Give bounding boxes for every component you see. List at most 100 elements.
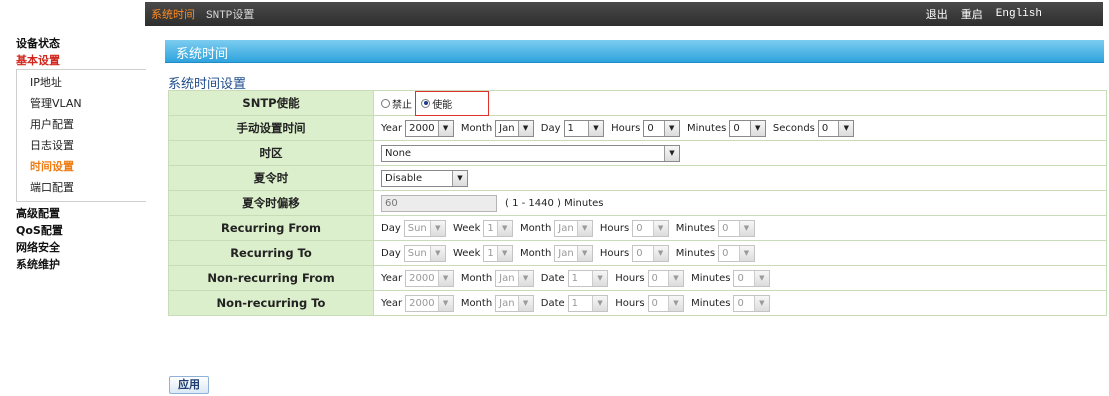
minutes-select[interactable]: 0 ▼ xyxy=(733,269,770,287)
sidebar-subitem-ip[interactable]: IP地址 xyxy=(17,72,146,93)
day-select[interactable]: Sun ▼ xyxy=(403,219,446,237)
time-settings-form: SNTP使能 禁止 使能 手动设置时间 Year 2000 ▼ Month Jan ▼ … xyxy=(168,90,1107,316)
row-label: Recurring To xyxy=(168,240,374,266)
chevron-down-icon: ▼ xyxy=(592,270,608,286)
week-select[interactable]: 1 ▼ xyxy=(483,244,513,262)
page-title-band: 系统时间 xyxy=(165,40,1104,63)
row-label: Recurring From xyxy=(168,215,374,241)
minutes-label: Minutes xyxy=(691,297,731,309)
chevron-down-icon: ▼ xyxy=(587,120,603,136)
hours-label: Hours xyxy=(611,122,641,134)
month-label: Month xyxy=(519,247,552,259)
month-select[interactable]: Jan ▼ xyxy=(554,244,593,262)
reboot-link[interactable]: 重启 xyxy=(961,6,983,22)
day-select[interactable]: Sun ▼ xyxy=(403,244,446,262)
select-value: 1 xyxy=(487,247,494,259)
sidebar-item-qos[interactable]: QoS配置 xyxy=(16,222,146,239)
chevron-down-icon: ▼ xyxy=(753,295,769,311)
dst-offset-input[interactable]: 60 xyxy=(381,194,497,212)
chevron-down-icon: ▼ xyxy=(437,120,453,136)
select-value: 2000 xyxy=(409,272,435,284)
hours-select[interactable]: 0 ▼ xyxy=(632,244,669,262)
select-value: 0 xyxy=(737,272,744,284)
sidebar-subitem-log[interactable]: 日志设置 xyxy=(17,135,146,156)
month-select[interactable]: Jan ▼ xyxy=(495,269,534,287)
top-bar: 系统时间 SNTP设置 退出 重启 English xyxy=(0,0,1109,27)
minutes-select[interactable]: 0 ▼ xyxy=(733,294,770,312)
select-value: 0 xyxy=(821,122,829,134)
date-select[interactable]: 1 ▼ xyxy=(567,294,609,312)
month-select[interactable]: Jan ▼ xyxy=(495,119,534,137)
dst-select[interactable]: Disable ▼ xyxy=(381,169,468,187)
sidebar-subitem-mgmt-vlan[interactable]: 管理VLAN xyxy=(17,93,146,114)
hours-select[interactable]: 0 ▼ xyxy=(647,269,684,287)
sidebar-subitem-user[interactable]: 用户配置 xyxy=(17,114,146,135)
select-value: 0 xyxy=(651,297,658,309)
date-label: Date xyxy=(540,297,565,309)
year-select[interactable]: 2000 ▼ xyxy=(405,269,454,287)
chevron-down-icon: ▼ xyxy=(517,270,533,286)
select-value: Disable xyxy=(385,172,423,184)
year-label: Year xyxy=(381,122,403,134)
logout-link[interactable]: 退出 xyxy=(926,6,948,22)
chevron-down-icon: ▼ xyxy=(576,245,592,261)
week-select[interactable]: 1 ▼ xyxy=(483,219,513,237)
month-label: Month xyxy=(460,122,493,134)
row-value: Disable ▼ xyxy=(373,165,1107,191)
year-select[interactable]: 2000 ▼ xyxy=(405,119,454,137)
sidebar-item-advanced[interactable]: 高级配置 xyxy=(16,205,146,222)
row-dst-offset: 夏令时偏移 60 ( 1 - 1440 ) Minutes xyxy=(168,190,1107,216)
sidebar-item-maintenance[interactable]: 系统维护 xyxy=(16,256,146,273)
apply-button[interactable]: 应用 xyxy=(169,376,209,394)
month-select[interactable]: Jan ▼ xyxy=(495,294,534,312)
sidebar-item-security[interactable]: 网络安全 xyxy=(16,239,146,256)
year-label: Year xyxy=(381,297,403,309)
radio-enable-label: 使能 xyxy=(432,99,453,111)
month-select[interactable]: Jan ▼ xyxy=(554,219,593,237)
sntp-enable-option[interactable]: 使能 xyxy=(421,96,452,111)
radio-disable[interactable] xyxy=(381,98,390,108)
sidebar-item-basic-settings[interactable]: 基本设置 xyxy=(16,52,146,69)
chevron-down-icon: ▼ xyxy=(517,120,533,136)
top-bar-inner: 系统时间 SNTP设置 退出 重启 English xyxy=(145,2,1103,26)
select-value: 2000 xyxy=(409,122,435,134)
row-label: Non-recurring From xyxy=(168,265,374,291)
language-link[interactable]: English xyxy=(996,8,1042,20)
day-label: Day xyxy=(540,122,561,134)
nav-system-time[interactable]: 系统时间 xyxy=(151,6,195,22)
radio-enable[interactable] xyxy=(421,98,431,108)
select-value: 1 xyxy=(567,122,574,134)
row-label: 时区 xyxy=(168,140,374,166)
select-value: 0 xyxy=(733,122,740,134)
hours-select[interactable]: 0 ▼ xyxy=(647,294,684,312)
minutes-select[interactable]: 0 ▼ xyxy=(718,219,755,237)
sidebar: 设备状态 基本设置 IP地址 管理VLAN 用户配置 日志设置 时间设置 端口配… xyxy=(16,35,146,273)
day-select[interactable]: 1 ▼ xyxy=(563,119,604,137)
chevron-down-icon: ▼ xyxy=(749,120,765,136)
seconds-select[interactable]: 0 ▼ xyxy=(817,119,855,137)
chevron-down-icon: ▼ xyxy=(663,120,679,136)
chevron-down-icon: ▼ xyxy=(429,220,445,236)
dst-offset-hint: ( 1 - 1440 ) Minutes xyxy=(505,197,604,209)
chevron-down-icon: ▼ xyxy=(496,245,512,261)
sidebar-subitem-time[interactable]: 时间设置 xyxy=(17,156,146,177)
sntp-disable-option[interactable]: 禁止 xyxy=(381,96,412,111)
minutes-label: Minutes xyxy=(675,247,716,259)
month-label: Month xyxy=(460,272,493,284)
hours-select[interactable]: 0 ▼ xyxy=(632,219,669,237)
date-select[interactable]: 1 ▼ xyxy=(567,269,609,287)
select-value: None xyxy=(385,147,412,159)
hours-select[interactable]: 0 ▼ xyxy=(643,119,680,137)
minutes-select[interactable]: 0 ▼ xyxy=(718,244,755,262)
sidebar-item-device-status[interactable]: 设备状态 xyxy=(16,35,146,52)
week-label: Week xyxy=(452,222,481,234)
hours-label: Hours xyxy=(615,272,645,284)
nav-sntp-settings[interactable]: SNTP设置 xyxy=(206,6,254,22)
year-select[interactable]: 2000 ▼ xyxy=(405,294,454,312)
row-label: 手动设置时间 xyxy=(168,115,374,141)
timezone-select[interactable]: None ▼ xyxy=(381,144,680,162)
hours-label: Hours xyxy=(599,222,630,234)
sidebar-subitem-port[interactable]: 端口配置 xyxy=(17,177,146,198)
row-value: Day Sun ▼ Week 1 ▼ Month Jan ▼ Hours 0 ▼ Minutes… xyxy=(373,215,1107,241)
minutes-select[interactable]: 0 ▼ xyxy=(729,119,766,137)
